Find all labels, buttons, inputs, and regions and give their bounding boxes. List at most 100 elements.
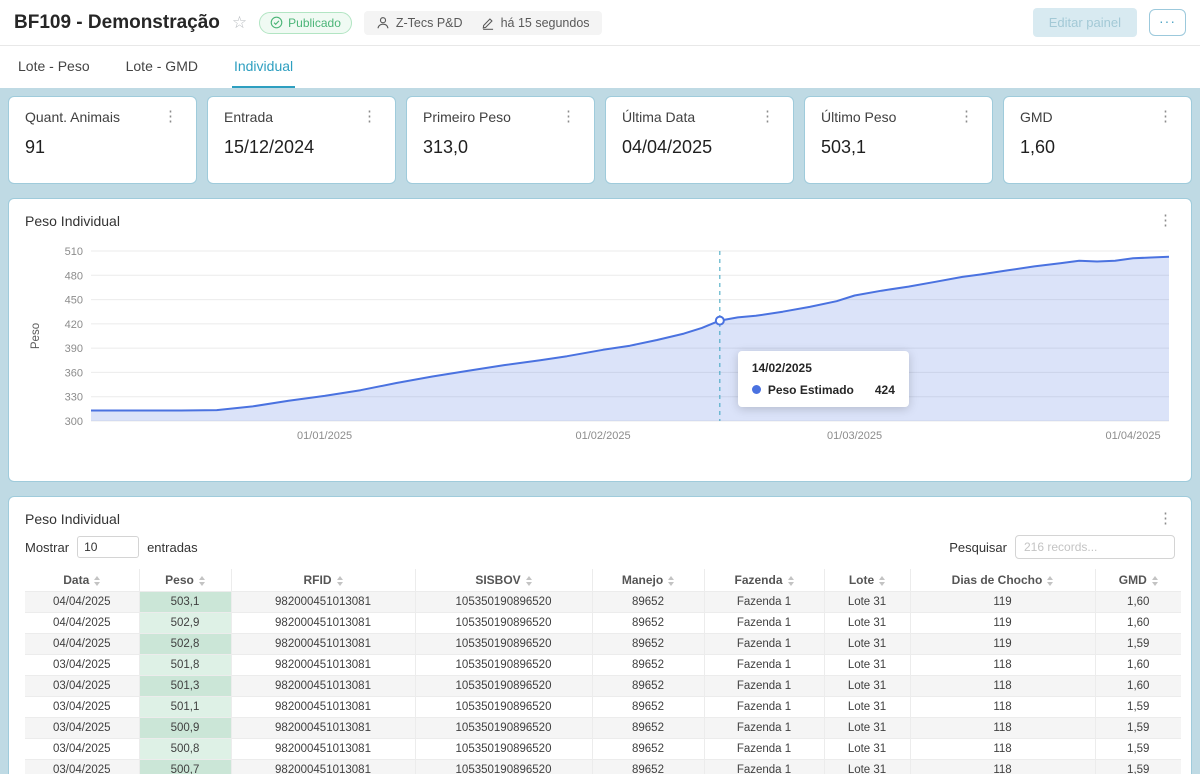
table-cell: 118 [910, 739, 1095, 760]
weight-area-chart[interactable]: 300330360390420450480510Peso01/01/202501… [25, 241, 1175, 451]
series-dot-icon [752, 385, 761, 394]
table-cell: 04/04/2025 [25, 613, 139, 634]
table-cell: 03/04/2025 [25, 676, 139, 697]
kpi-kebab-menu-icon[interactable]: ⋮ [559, 109, 578, 124]
table-panel-title: Peso Individual [25, 511, 120, 527]
peso-cell: 501,3 [139, 676, 231, 697]
svg-text:420: 420 [65, 319, 83, 331]
kpi-title: Primeiro Peso [423, 109, 511, 125]
table-cell: Fazenda 1 [704, 613, 824, 634]
column-header-gmd[interactable]: GMD [1095, 569, 1181, 592]
tooltip-series-label: Peso Estimado [768, 383, 854, 397]
kpi-kebab-menu-icon[interactable]: ⋮ [1156, 109, 1175, 124]
chart-kebab-menu-icon[interactable]: ⋮ [1156, 213, 1175, 228]
table-cell: 03/04/2025 [25, 760, 139, 774]
status-badge: Publicado [259, 12, 352, 34]
table-cell: Lote 31 [824, 655, 910, 676]
status-badge-label: Publicado [288, 16, 341, 30]
svg-text:390: 390 [65, 343, 83, 355]
table-cell: Fazenda 1 [704, 655, 824, 676]
column-header-rfid[interactable]: RFID [231, 569, 415, 592]
column-header-peso[interactable]: Peso [139, 569, 231, 592]
table-cell: Fazenda 1 [704, 718, 824, 739]
kpi-title: GMD [1020, 109, 1053, 125]
pencil-icon [481, 16, 495, 30]
table-cell: 1,59 [1095, 634, 1181, 655]
search-input[interactable] [1015, 535, 1175, 559]
table-cell: 1,59 [1095, 697, 1181, 718]
sort-icon [879, 576, 885, 586]
column-header-manejo[interactable]: Manejo [592, 569, 704, 592]
more-actions-button[interactable]: ··· [1149, 9, 1186, 36]
meta-pill: Z-Tecs P&D há 15 segundos [364, 11, 602, 35]
svg-text:01/04/2025: 01/04/2025 [1106, 430, 1161, 442]
table-cell: 119 [910, 634, 1095, 655]
table-cell: 105350190896520 [415, 718, 592, 739]
table-row: 04/04/2025502,89820004510130811053501908… [25, 634, 1181, 655]
kpi-card: Primeiro Peso⋮313,0 [406, 96, 595, 184]
tab-individual[interactable]: Individual [232, 46, 295, 88]
chart-svg[interactable]: 300330360390420450480510Peso01/01/202501… [25, 241, 1177, 451]
table-cell: 1,60 [1095, 592, 1181, 613]
column-header-sisbov[interactable]: SISBOV [415, 569, 592, 592]
table-cell: 03/04/2025 [25, 739, 139, 760]
table-cell: 89652 [592, 655, 704, 676]
table-cell: 04/04/2025 [25, 634, 139, 655]
table-cell: Lote 31 [824, 718, 910, 739]
kpi-title: Última Data [622, 109, 695, 125]
table-cell: Fazenda 1 [704, 592, 824, 613]
table-row: 03/04/2025501,39820004510130811053501908… [25, 676, 1181, 697]
favorite-star-icon[interactable]: ☆ [232, 14, 247, 31]
table-row: 03/04/2025501,19820004510130811053501908… [25, 697, 1181, 718]
table-cell: 982000451013081 [231, 592, 415, 613]
kpi-kebab-menu-icon[interactable]: ⋮ [360, 109, 379, 124]
tab-lote-gmd[interactable]: Lote - GMD [124, 46, 200, 88]
table-cell: Lote 31 [824, 676, 910, 697]
tooltip-date: 14/02/2025 [752, 361, 895, 375]
kpi-card: Último Peso⋮503,1 [804, 96, 993, 184]
weights-table: DataPesoRFIDSISBOVManejoFazendaLoteDias … [25, 569, 1181, 774]
chart-panel-head: Peso Individual ⋮ [25, 213, 1175, 229]
column-header-dias-de-chocho[interactable]: Dias de Chocho [910, 569, 1095, 592]
table-cell: 105350190896520 [415, 760, 592, 774]
sort-icon [526, 576, 532, 586]
entries-count-input[interactable] [77, 536, 139, 558]
table-kebab-menu-icon[interactable]: ⋮ [1156, 511, 1175, 526]
column-header-lote[interactable]: Lote [824, 569, 910, 592]
svg-text:360: 360 [65, 367, 83, 379]
tooltip-series-row: Peso Estimado 424 [752, 383, 895, 397]
table-row: 03/04/2025500,79820004510130811053501908… [25, 760, 1181, 774]
owner-item[interactable]: Z-Tecs P&D [376, 16, 463, 30]
peso-cell: 500,7 [139, 760, 231, 774]
svg-text:01/03/2025: 01/03/2025 [827, 430, 882, 442]
show-entries-label: Mostrar [25, 540, 69, 555]
table-cell: Lote 31 [824, 592, 910, 613]
table-cell: 982000451013081 [231, 613, 415, 634]
kpi-kebab-menu-icon[interactable]: ⋮ [957, 109, 976, 124]
peso-cell: 500,9 [139, 718, 231, 739]
table-cell: 119 [910, 613, 1095, 634]
svg-text:01/02/2025: 01/02/2025 [576, 430, 631, 442]
kpi-kebab-menu-icon[interactable]: ⋮ [758, 109, 777, 124]
svg-text:01/01/2025: 01/01/2025 [297, 430, 352, 442]
peso-cell: 501,8 [139, 655, 231, 676]
table-cell: 89652 [592, 697, 704, 718]
table-cell: Fazenda 1 [704, 676, 824, 697]
kpi-card: GMD⋮1,60 [1003, 96, 1192, 184]
last-edited-item[interactable]: há 15 segundos [481, 16, 590, 30]
column-header-fazenda[interactable]: Fazenda [704, 569, 824, 592]
table-cell: 118 [910, 718, 1095, 739]
tab-lote-peso[interactable]: Lote - Peso [16, 46, 92, 88]
table-row: 03/04/2025500,89820004510130811053501908… [25, 739, 1181, 760]
chart-panel-title: Peso Individual [25, 213, 120, 229]
table-cell: 89652 [592, 592, 704, 613]
table-cell: Fazenda 1 [704, 760, 824, 774]
table-row: 04/04/2025503,19820004510130811053501908… [25, 592, 1181, 613]
column-header-data[interactable]: Data [25, 569, 139, 592]
kpi-value: 04/04/2025 [622, 137, 777, 158]
owner-label: Z-Tecs P&D [396, 16, 463, 30]
edit-panel-button[interactable]: Editar painel [1033, 8, 1137, 37]
kpi-kebab-menu-icon[interactable]: ⋮ [161, 109, 180, 124]
content-region: Quant. Animais⋮91Entrada⋮15/12/2024Prime… [0, 88, 1200, 774]
table-cell: 982000451013081 [231, 697, 415, 718]
